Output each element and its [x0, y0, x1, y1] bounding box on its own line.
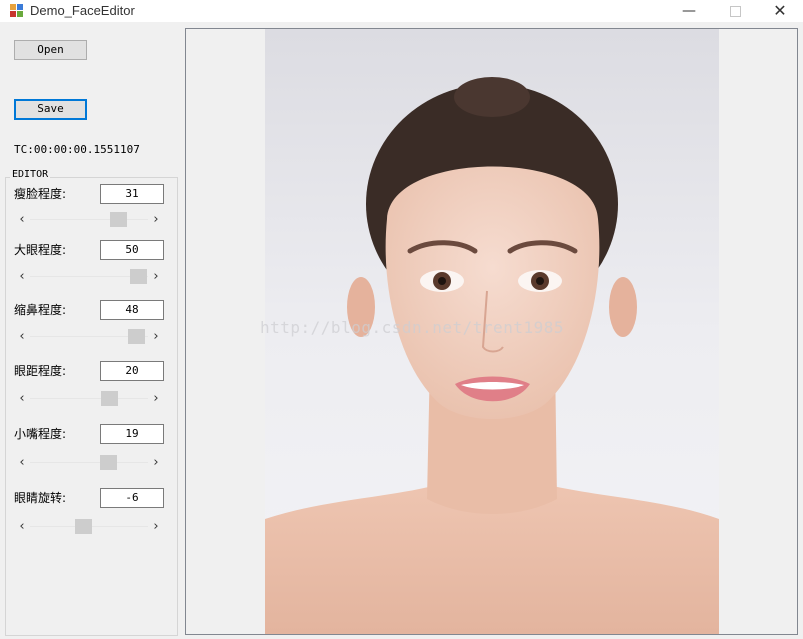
app-icon: [10, 4, 24, 18]
eye-distance-label: 眼距程度:: [14, 364, 67, 378]
big-eye-label: 大眼程度:: [14, 243, 67, 257]
watermark-text: http://blog.csdn.net/trent1985: [260, 318, 564, 337]
scroll-right-icon[interactable]: ›: [148, 518, 164, 536]
shrink-nose-label: 缩鼻程度:: [14, 303, 67, 317]
scroll-right-icon[interactable]: ›: [148, 268, 164, 286]
scroll-left-icon[interactable]: ‹: [14, 211, 30, 229]
eye-distance-scrollbar[interactable]: ‹ ›: [14, 390, 164, 408]
maximize-icon: [729, 5, 741, 17]
scroll-thumb[interactable]: [100, 455, 117, 470]
scroll-left-icon[interactable]: ‹: [14, 518, 30, 536]
scroll-thumb[interactable]: [130, 269, 147, 284]
save-button[interactable]: Save: [14, 99, 87, 120]
scroll-thumb[interactable]: [75, 519, 92, 534]
editor-group-label: EDITOR: [10, 169, 51, 180]
scroll-thumb[interactable]: [128, 329, 145, 344]
scroll-left-icon[interactable]: ‹: [14, 268, 30, 286]
small-mouth-input[interactable]: 19: [100, 424, 164, 444]
scroll-left-icon[interactable]: ‹: [14, 390, 30, 408]
shrink-nose-scrollbar[interactable]: ‹ ›: [14, 328, 164, 346]
scroll-left-icon[interactable]: ‹: [14, 328, 30, 346]
shrink-nose-input[interactable]: 48: [100, 300, 164, 320]
big-eye-input[interactable]: 50: [100, 240, 164, 260]
scroll-thumb[interactable]: [101, 391, 118, 406]
eye-rotate-label: 眼睛旋转:: [14, 491, 67, 505]
eye-rotate-input[interactable]: -6: [100, 488, 164, 508]
window-title: Demo_FaceEditor: [30, 3, 135, 18]
scroll-track[interactable]: [30, 462, 148, 463]
scroll-track[interactable]: [30, 398, 148, 399]
big-eye-scrollbar[interactable]: ‹ ›: [14, 268, 164, 286]
minimize-button[interactable]: —: [666, 0, 712, 22]
eye-rotate-scrollbar[interactable]: ‹ ›: [14, 518, 164, 536]
scroll-right-icon[interactable]: ›: [148, 454, 164, 472]
slim-face-scrollbar[interactable]: ‹ ›: [14, 211, 164, 229]
scroll-track[interactable]: [30, 219, 148, 220]
title-bar: Demo_FaceEditor — ✕: [0, 0, 803, 22]
close-button[interactable]: ✕: [757, 0, 803, 22]
small-mouth-scrollbar[interactable]: ‹ ›: [14, 454, 164, 472]
eye-distance-input[interactable]: 20: [100, 361, 164, 381]
scroll-right-icon[interactable]: ›: [148, 328, 164, 346]
scroll-right-icon[interactable]: ›: [148, 390, 164, 408]
scroll-left-icon[interactable]: ‹: [14, 454, 30, 472]
small-mouth-label: 小嘴程度:: [14, 427, 67, 441]
timecode-label: TC:00:00:00.1551107: [14, 143, 140, 156]
scroll-right-icon[interactable]: ›: [148, 211, 164, 229]
slim-face-input[interactable]: 31: [100, 184, 164, 204]
maximize-button[interactable]: [712, 0, 758, 22]
slim-face-label: 瘦脸程度:: [14, 187, 67, 201]
scroll-thumb[interactable]: [110, 212, 127, 227]
open-button[interactable]: Open: [14, 40, 87, 60]
